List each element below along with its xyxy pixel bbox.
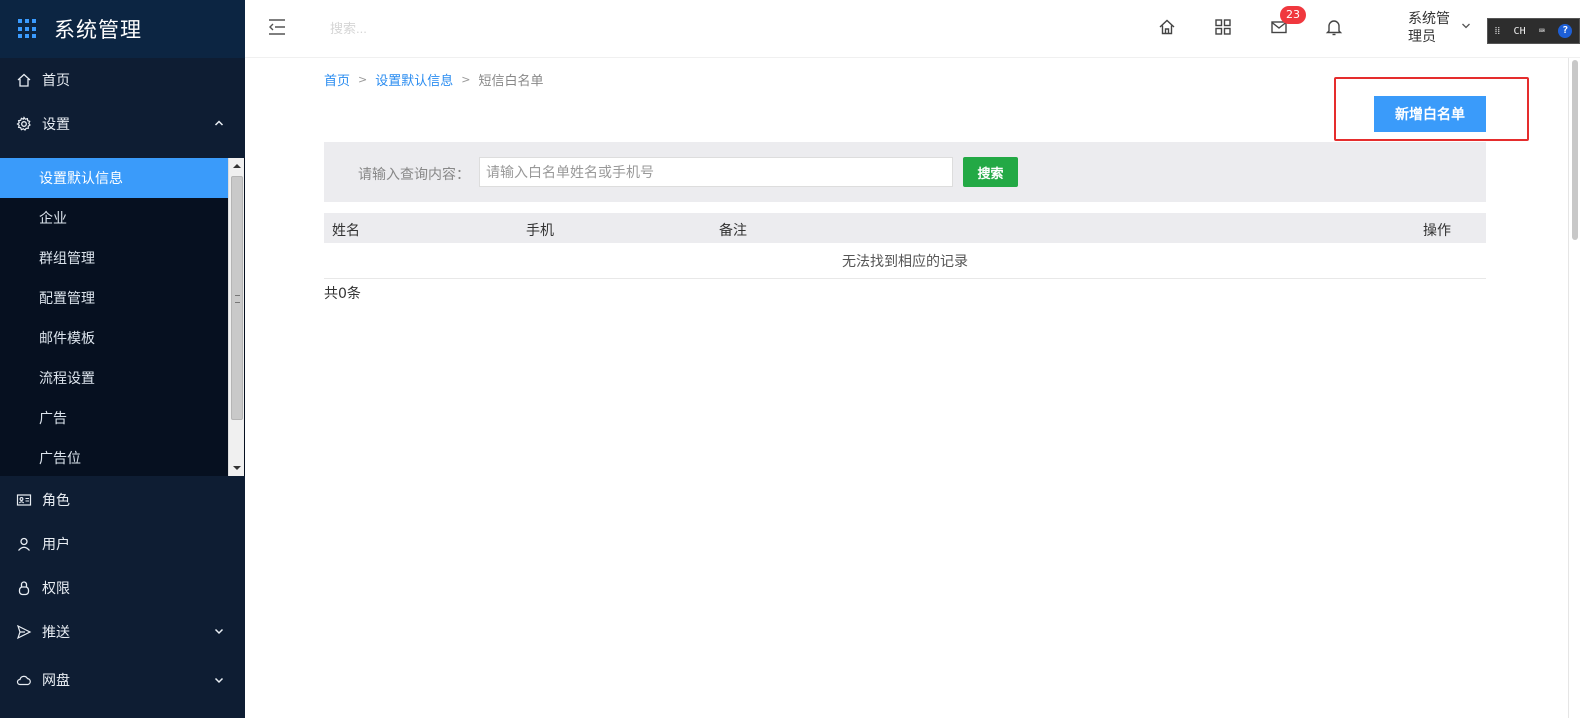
ime-toolbar[interactable]: ⁞⁞ CH ⌨ ? <box>1487 18 1580 44</box>
sidebar-item-groups[interactable]: 群组管理 <box>0 238 228 278</box>
cloud-icon <box>16 672 32 688</box>
search-button[interactable]: 搜索 <box>963 157 1018 187</box>
breadcrumb-separator: > <box>358 73 368 86</box>
whitelist-search-input[interactable] <box>479 157 953 187</box>
breadcrumb-current: 短信白名单 <box>478 74 544 89</box>
empty-state-row: 无法找到相应的记录 <box>324 243 1486 279</box>
submenu-scrollbar[interactable] <box>228 158 244 476</box>
chevron-down-icon <box>214 628 224 635</box>
sidebar-lower-menu: 角色 用户 权限 推送 网盘 <box>0 478 245 706</box>
top-bar: 23 系统管理员 ⁞⁞ CH ⌨ ? <box>245 0 1580 58</box>
breadcrumb: 首页 > 设置默认信息 > 短信白名单 <box>324 70 543 89</box>
whitelist-table: 姓名 手机 备注 操作 无法找到相应的记录 <box>324 213 1486 279</box>
sidebar-item-label: 用户 <box>42 537 70 553</box>
sidebar-item-label: 设置 <box>42 117 70 133</box>
sidebar-item-ad-slots[interactable]: 广告位 <box>0 438 228 476</box>
user-menu-name[interactable]: 系统管理员 <box>1408 10 1456 46</box>
gear-icon <box>16 116 32 132</box>
sidebar-item-default-info[interactable]: 设置默认信息 <box>0 158 228 198</box>
breadcrumb-home-link[interactable]: 首页 <box>324 70 350 89</box>
lock-icon <box>16 580 32 596</box>
sidebar-item-permissions[interactable]: 权限 <box>0 566 245 610</box>
sidebar-item-label: 首页 <box>42 73 70 89</box>
table-header: 姓名 手机 备注 操作 <box>324 213 1486 243</box>
column-header-actions: 操作 <box>1423 223 1451 239</box>
sidebar-item-roles[interactable]: 角色 <box>0 478 245 522</box>
column-header-phone[interactable]: 手机 <box>526 220 554 240</box>
sidebar: 系统管理 首页 设置 设置默认信息 企业 群组管理 配置管理 邮件模板 流程设置… <box>0 0 245 718</box>
sidebar-item-push[interactable]: 推送 <box>0 610 245 654</box>
add-whitelist-button[interactable]: 新增白名单 <box>1374 96 1486 132</box>
sidebar-item-config[interactable]: 配置管理 <box>0 278 228 318</box>
keyboard-icon[interactable]: ⌨ <box>1539 26 1545 37</box>
page-scrollbar-thumb[interactable] <box>1572 60 1578 240</box>
filter-label: 请输入查询内容： <box>358 167 470 183</box>
mail-count-badge: 23 <box>1280 6 1306 24</box>
sidebar-item-label: 角色 <box>42 493 70 509</box>
sidebar-item-label: 推送 <box>42 625 70 641</box>
ime-language[interactable]: CH <box>1514 26 1526 37</box>
sidebar-item-enterprise[interactable]: 企业 <box>0 198 228 238</box>
breadcrumb-separator: > <box>461 73 471 86</box>
ime-grip-icon: ⁞⁞ <box>1494 25 1501 37</box>
column-header-name[interactable]: 姓名 <box>332 220 360 240</box>
brand: 系统管理 <box>0 0 245 58</box>
page-scrollbar[interactable] <box>1568 58 1580 718</box>
sidebar-item-cloud-drive[interactable]: 网盘 <box>0 654 245 706</box>
sidebar-item-label: 权限 <box>42 581 70 597</box>
global-search-input[interactable] <box>330 16 590 40</box>
sidebar-item-workflow[interactable]: 流程设置 <box>0 358 228 398</box>
sidebar-item-users[interactable]: 用户 <box>0 522 245 566</box>
chevron-down-icon[interactable] <box>1461 21 1471 31</box>
app-title: 系统管理 <box>54 18 142 42</box>
sidebar-menu: 首页 设置 设置默认信息 企业 群组管理 配置管理 邮件模板 流程设置 广告 广… <box>0 58 245 476</box>
apps-grid-icon[interactable] <box>1213 17 1233 37</box>
send-icon <box>16 624 32 640</box>
sidebar-item-ads[interactable]: 广告 <box>0 398 228 438</box>
sidebar-item-home[interactable]: 首页 <box>0 58 245 102</box>
sidebar-item-mail-templates[interactable]: 邮件模板 <box>0 318 228 358</box>
home-icon[interactable] <box>1157 17 1177 37</box>
user-icon <box>16 536 32 552</box>
breadcrumb-default-info-link[interactable]: 设置默认信息 <box>375 70 453 89</box>
id-card-icon <box>16 492 32 508</box>
bell-icon[interactable] <box>1324 17 1344 37</box>
home-icon <box>16 72 32 88</box>
chevron-down-icon <box>214 677 224 684</box>
filter-panel: 请输入查询内容： 搜索 <box>324 142 1486 202</box>
scrollbar-thumb[interactable] <box>231 176 243 420</box>
chevron-up-icon <box>214 120 224 126</box>
apps-grid-icon <box>18 19 38 39</box>
settings-submenu: 设置默认信息 企业 群组管理 配置管理 邮件模板 流程设置 广告 广告位 <box>0 158 245 476</box>
total-count: 共0条 <box>324 286 361 302</box>
column-header-remark[interactable]: 备注 <box>719 220 747 240</box>
sidebar-item-label: 网盘 <box>42 673 70 689</box>
sidebar-item-settings[interactable]: 设置 <box>0 102 245 146</box>
help-icon[interactable]: ? <box>1558 24 1573 38</box>
menu-toggle-icon[interactable] <box>267 18 287 36</box>
scroll-up-arrow-icon[interactable] <box>229 158 245 174</box>
scroll-down-arrow-icon[interactable] <box>229 460 245 476</box>
